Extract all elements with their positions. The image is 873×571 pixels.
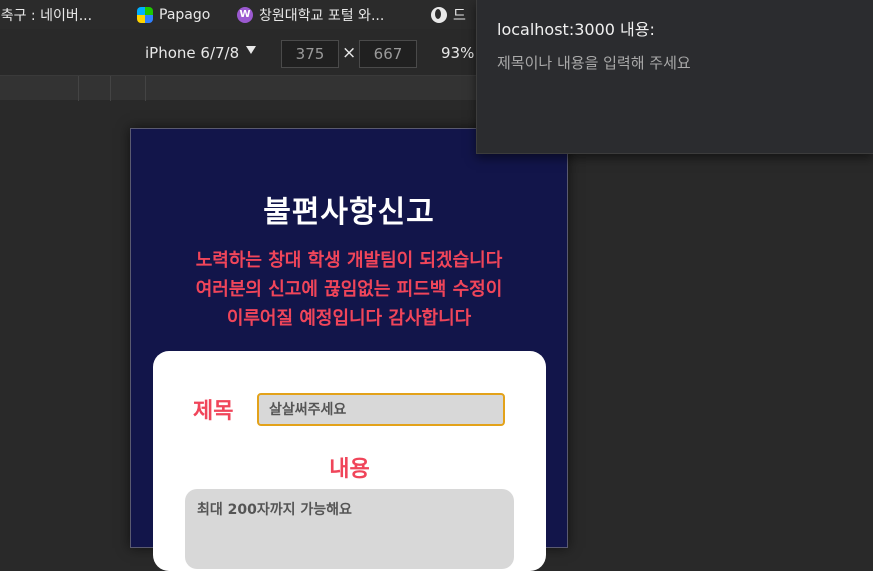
ruler-segment — [110, 76, 111, 101]
papago-icon — [137, 6, 153, 23]
alert-message: 제목이나 내용을 입력해 주세요 — [497, 54, 691, 72]
height-input[interactable]: 667 — [359, 40, 417, 68]
bookmark-label: Papago — [159, 6, 211, 23]
chevron-down-icon[interactable] — [246, 46, 256, 54]
alert-title: localhost:3000 내용: — [497, 20, 655, 39]
bookmark-label: 드 — [453, 7, 466, 24]
content-label: 내용 — [329, 457, 370, 482]
wiki-icon: W — [237, 6, 253, 23]
width-input[interactable]: 375 — [281, 40, 339, 68]
bookmark-papago[interactable]: Papago — [137, 0, 210, 29]
bookmark-label: 창원대학교 포털 와... — [259, 7, 385, 24]
globe-icon — [431, 6, 447, 23]
dimension-separator: × — [342, 43, 357, 63]
device-select[interactable]: iPhone 6/7/8 — [145, 44, 239, 62]
content-textarea[interactable] — [185, 489, 514, 569]
subtitle-line: 이루어질 예정입니다 감사합니다 — [226, 308, 472, 329]
alert-dialog: localhost:3000 내용: 제목이나 내용을 입력해 주세요 — [476, 0, 873, 154]
bookmark-naver-soccer[interactable]: |축구 : 네이버... — [0, 0, 92, 29]
zoom-select[interactable]: 93% — [441, 44, 474, 62]
ruler-segment — [78, 76, 79, 101]
title-label: 제목 — [193, 399, 234, 424]
device-viewport: 불편사항신고 노력하는 창대 학생 개발팀이 되겠습니다 여러분의 신고에 끊임… — [130, 128, 568, 571]
subtitle-line: 노력하는 창대 학생 개발팀이 되겠습니다 — [195, 250, 503, 271]
bookmark-other[interactable]: 드 — [431, 0, 466, 29]
bookmark-changwon-portal[interactable]: W 창원대학교 포털 와... — [237, 0, 384, 29]
bookmark-label: |축구 : 네이버... — [0, 7, 93, 24]
report-form: 제목 내용 — [153, 351, 546, 571]
page-title: 불편사항신고 — [263, 195, 435, 230]
ruler-segment — [145, 76, 146, 101]
title-input[interactable] — [257, 393, 505, 426]
subtitle-line: 여러분의 신고에 끊임없는 피드백 수정이 — [195, 279, 503, 300]
